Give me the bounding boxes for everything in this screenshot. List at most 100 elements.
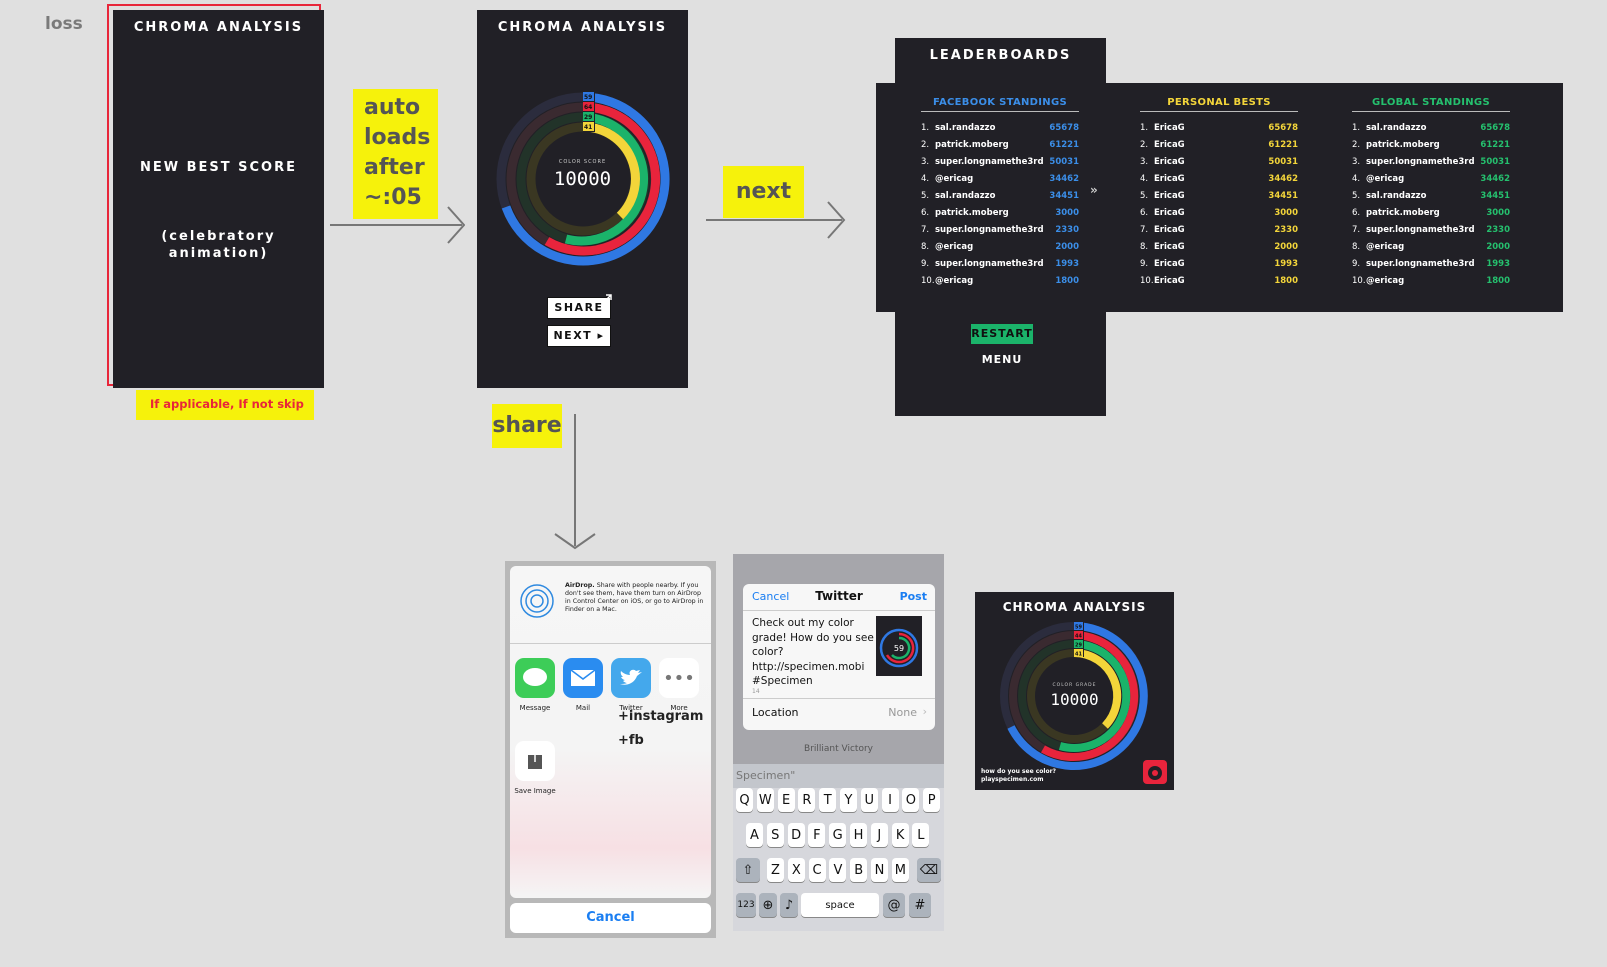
save-image-icon <box>528 752 542 769</box>
keyboard-key[interactable]: A <box>746 823 763 847</box>
share-cancel-button[interactable]: Cancel <box>510 903 711 933</box>
keyboard-key[interactable]: H <box>850 823 867 847</box>
keyboard-key[interactable]: K <box>891 823 909 847</box>
player-name: @ericag <box>1366 276 1405 286</box>
keyboard-key[interactable]: Y <box>840 788 857 812</box>
player-name: sal.randazzo <box>935 191 996 201</box>
leaderboard-row: 8. EricaG 2000 <box>1140 239 1298 256</box>
divider <box>743 610 935 611</box>
player-score: 50031 <box>1049 157 1079 167</box>
tweet-text[interactable]: Check out my color grade! How do you see… <box>752 616 876 689</box>
numbers-key[interactable]: 123 <box>736 893 756 917</box>
leaderboard-row: 6. EricaG 3000 <box>1140 205 1298 222</box>
keyboard-key[interactable]: I <box>881 788 899 812</box>
keyboard-key[interactable]: P <box>923 788 941 812</box>
leaderboard-row: 5. sal.randazzo 34451 <box>921 188 1079 205</box>
note-line: auto <box>364 95 421 120</box>
twitter-post-button[interactable]: Post <box>900 590 927 603</box>
save-image-button[interactable] <box>515 741 555 781</box>
backspace-key[interactable]: ⌫ <box>917 858 941 882</box>
keyboard-key[interactable]: T <box>819 788 837 812</box>
rank-and-name: 1. sal.randazzo <box>1352 120 1426 137</box>
space-key[interactable]: space <box>801 893 879 917</box>
keyboard-key[interactable]: G <box>829 823 847 847</box>
keyboard-key[interactable]: Z <box>767 858 784 882</box>
rank: 1. <box>1140 123 1149 133</box>
leaderboard-row: 6. patrick.moberg 3000 <box>1352 205 1510 222</box>
keyboard-key[interactable]: C <box>808 858 826 882</box>
mic-key[interactable]: ♪ <box>780 893 798 917</box>
keyboard-key[interactable]: D <box>787 823 805 847</box>
at-key[interactable]: @ <box>883 893 905 917</box>
rank: 10. <box>1140 276 1154 286</box>
score-label: COLOR SCORE <box>558 159 607 165</box>
rank-and-name: 7. super.longnamethe3rd <box>1352 222 1475 239</box>
next-button[interactable]: NEXT ▸ <box>547 325 611 347</box>
card-ring-label: 29 <box>1075 643 1082 649</box>
rank: 8. <box>1352 242 1361 252</box>
keyboard-key[interactable]: W <box>756 788 774 812</box>
screen-title: CHROMA ANALYSIS <box>497 20 668 35</box>
twitter-app-button[interactable] <box>611 658 651 698</box>
card-title: CHROMA ANALYSIS <box>1002 600 1147 614</box>
player-score: 65678 <box>1049 123 1079 133</box>
rank-and-name: 8. @ericag <box>1352 239 1404 256</box>
keyboard-key[interactable]: V <box>829 858 847 882</box>
player-name: EricaG <box>1154 259 1185 269</box>
rank: 2. <box>1352 140 1361 150</box>
player-score: 50031 <box>1268 157 1298 167</box>
keyboard-key[interactable]: M <box>891 858 909 882</box>
keyboard-key[interactable]: N <box>871 858 888 882</box>
player-score: 65678 <box>1268 123 1298 133</box>
globe-key[interactable]: ⊕ <box>759 893 777 917</box>
player-score: 2330 <box>1486 225 1510 235</box>
keyboard-key[interactable]: J <box>870 823 888 847</box>
ring-label: 64 <box>584 104 592 111</box>
global-rows: 1. sal.randazzo 65678 2. patrick.moberg 61221… <box>1352 120 1510 290</box>
leaderboard-row: 9. super.longnamethe3rd 1993 <box>921 256 1079 273</box>
rank: 2. <box>921 140 930 150</box>
keyboard-key[interactable]: U <box>860 788 878 812</box>
rank-and-name: 10.@ericag <box>1352 273 1404 290</box>
restart-button[interactable]: RESTART <box>971 324 1033 344</box>
logo-mark <box>1148 766 1162 780</box>
rank: 9. <box>1352 259 1361 269</box>
rank: 5. <box>1140 191 1149 201</box>
shift-key[interactable]: ⇧ <box>736 858 760 882</box>
rank-and-name: 1. EricaG <box>1140 120 1185 137</box>
rank-and-name: 2. patrick.moberg <box>1352 137 1440 154</box>
chevron-right-icon[interactable]: » <box>1090 183 1098 197</box>
suggestion-word[interactable]: Specimen" <box>736 769 795 782</box>
rank: 6. <box>921 208 930 218</box>
more-app-button[interactable]: ••• <box>659 658 699 698</box>
message-app-button[interactable] <box>515 658 555 698</box>
char-count: 14 <box>752 688 760 695</box>
keyboard-key[interactable]: E <box>777 788 795 812</box>
rank: 7. <box>921 225 930 235</box>
keyboard-key[interactable]: X <box>787 858 805 882</box>
keyboard-key[interactable]: B <box>850 858 868 882</box>
location-value[interactable]: None <box>888 706 917 719</box>
menu-button[interactable]: MENU <box>971 350 1033 370</box>
card-ring-label: 44 <box>1075 634 1082 640</box>
next-label: NEXT ▸ <box>553 329 605 342</box>
keyboard-key[interactable]: O <box>902 788 920 812</box>
player-score: 50031 <box>1480 157 1510 167</box>
player-score: 1993 <box>1486 259 1510 269</box>
keyboard-key[interactable]: S <box>766 823 784 847</box>
keyboard-key[interactable]: L <box>912 823 930 847</box>
player-name: super.longnamethe3rd <box>1366 157 1475 167</box>
note-line: after <box>364 155 425 180</box>
player-score: 34462 <box>1480 174 1510 184</box>
keyboard-key[interactable]: Q <box>736 788 753 812</box>
keyboard-key[interactable]: F <box>808 823 826 847</box>
ring-label: 29 <box>584 114 592 121</box>
player-score: 61221 <box>1480 140 1510 150</box>
message-label: Message <box>519 704 551 712</box>
player-name: EricaG <box>1154 140 1185 150</box>
mail-app-button[interactable] <box>563 658 603 698</box>
keyboard-key[interactable]: R <box>798 788 816 812</box>
hash-key[interactable]: # <box>909 893 931 917</box>
if-applicable-text: If applicable, If not skip <box>150 397 304 411</box>
leaderboards-panel: FACEBOOK STANDINGS 1. sal.randazzo 65678 2.… <box>876 83 1563 312</box>
